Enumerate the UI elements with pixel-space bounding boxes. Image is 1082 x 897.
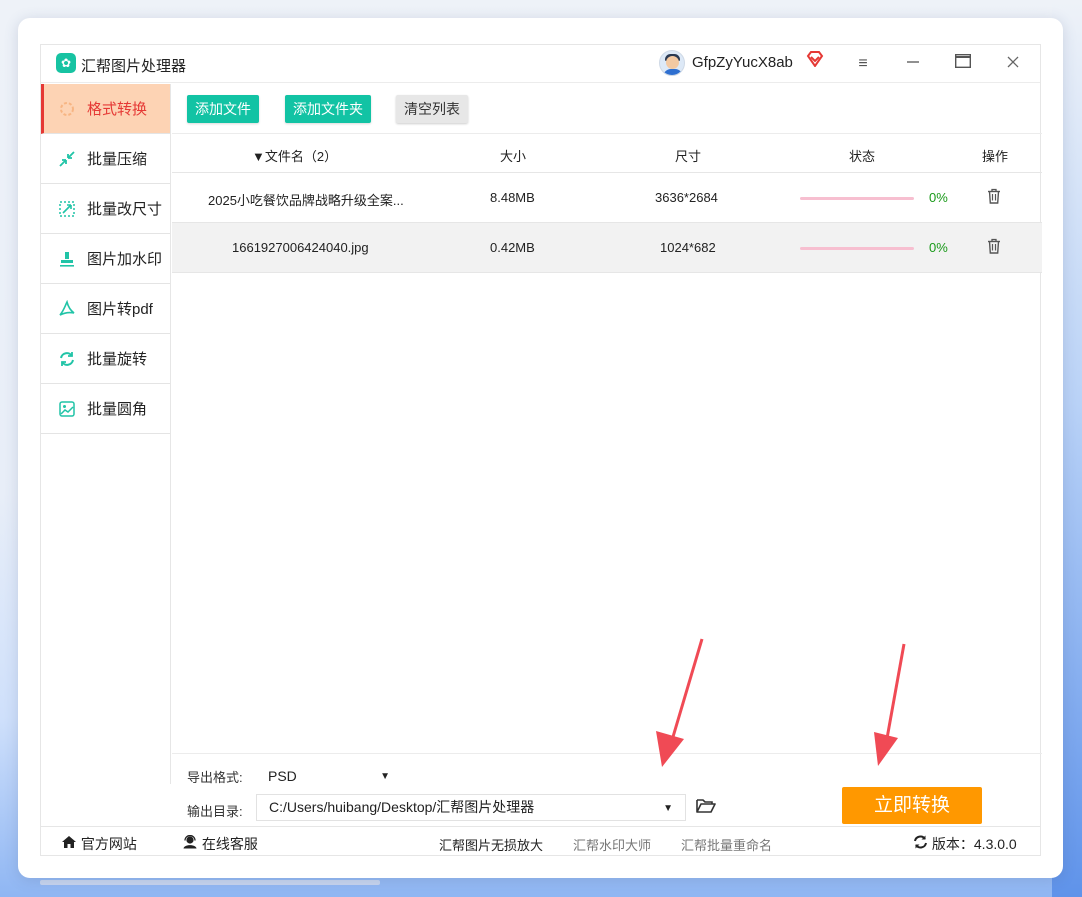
sidebar-item-label: 图片转pdf: [87, 301, 153, 318]
compress-icon: [57, 149, 77, 169]
username[interactable]: GfpZyYucX8ab: [692, 54, 793, 71]
sidebar-item-round-corner[interactable]: 批量圆角: [41, 384, 170, 434]
sidebar-item-format-convert[interactable]: 格式转换: [41, 84, 170, 134]
progress-bar: [800, 247, 914, 250]
output-dir-select[interactable]: C:/Users/huibang/Desktop/汇帮图片处理器 ▼: [256, 794, 686, 821]
table-header: ▼文件名（2） 大小 尺寸 状态 操作: [172, 133, 1042, 173]
file-name: 2025小吃餐饮品牌战略升级全案...: [208, 193, 404, 208]
progress-bar: [800, 197, 914, 200]
footer-link-upscale[interactable]: 汇帮图片无损放大: [439, 835, 543, 854]
format-convert-icon: [57, 99, 77, 119]
sidebar-item-watermark[interactable]: 图片加水印: [41, 234, 170, 284]
output-dir-value: C:/Users/huibang/Desktop/汇帮图片处理器: [269, 799, 535, 815]
watermark-icon: [57, 249, 77, 269]
column-header-status: 状态: [849, 149, 876, 164]
delete-icon[interactable]: [987, 188, 1001, 204]
title-bar: ✿ 汇帮图片处理器 GfpZyYucX8ab ≡: [41, 45, 1040, 83]
column-header-actions: 操作: [982, 149, 1009, 164]
chevron-down-icon: ▼: [663, 803, 673, 814]
desktop-background-strip: [40, 880, 380, 885]
file-size: 0.42MB: [490, 240, 535, 255]
convert-now-button[interactable]: 立即转换: [842, 787, 982, 824]
format-select-value: PSD: [268, 768, 297, 784]
version-info[interactable]: 版本：4.3.0.0: [913, 834, 1017, 854]
footer-link-rename[interactable]: 汇帮批量重命名: [681, 835, 772, 854]
footer: 官方网站 在线客服 汇帮图片无损放大 汇帮水印大师 汇帮批量重命名 版本：4.3…: [41, 826, 1040, 856]
progress-percent: 0%: [929, 240, 948, 255]
column-header-size: 大小: [500, 149, 527, 164]
sidebar-item-label: 格式转换: [87, 101, 148, 118]
column-header-dimensions: 尺寸: [675, 149, 702, 164]
official-website-link[interactable]: 官方网站: [61, 834, 137, 854]
delete-icon[interactable]: [987, 238, 1001, 254]
column-header-filename[interactable]: ▼文件名（2）: [252, 146, 337, 165]
app-title: 汇帮图片处理器: [81, 58, 187, 75]
format-label: 导出格式:: [187, 770, 243, 785]
app-logo-icon: ✿: [56, 53, 76, 73]
sidebar-item-label: 批量改尺寸: [87, 201, 163, 218]
sidebar-item-rotate[interactable]: 批量旋转: [41, 334, 170, 384]
menu-icon[interactable]: ≡: [850, 51, 876, 77]
sidebar-item-label: 图片加水印: [87, 251, 163, 268]
file-dimensions: 1024*682: [660, 240, 716, 255]
sidebar-item-to-pdf[interactable]: 图片转pdf: [41, 284, 170, 334]
add-file-button[interactable]: 添加文件: [187, 95, 259, 123]
sidebar-item-compress[interactable]: 批量压缩: [41, 134, 170, 184]
folder-open-icon[interactable]: [696, 798, 716, 819]
file-dimensions: 3636*2684: [655, 190, 718, 205]
file-table: ▼文件名（2） 大小 尺寸 状态 操作 2025小吃餐饮品牌战略升级全案... …: [172, 133, 1042, 273]
table-row[interactable]: 2025小吃餐饮品牌战略升级全案... 8.48MB 3636*2684 0%: [172, 173, 1042, 223]
minimize-button[interactable]: [900, 51, 926, 77]
support-agent-icon: [183, 834, 197, 849]
rotate-icon: [57, 349, 77, 369]
vip-diamond-icon[interactable]: [806, 51, 824, 72]
table-row[interactable]: 1661927006424040.jpg 0.42MB 1024*682 0%: [172, 223, 1042, 273]
format-select[interactable]: PSD ▼: [260, 764, 390, 788]
user-avatar[interactable]: [659, 50, 685, 76]
chevron-down-icon: ▼: [380, 771, 390, 782]
home-icon: [62, 836, 76, 848]
refresh-icon: [914, 835, 927, 849]
add-folder-button[interactable]: 添加文件夹: [285, 95, 371, 123]
sidebar: 格式转换 批量压缩 批量改尺寸 图片加水印 图片转pdf 批量旋转 批量圆角: [41, 84, 171, 784]
close-button[interactable]: [1000, 51, 1026, 77]
pdf-icon: [57, 299, 77, 319]
online-support-link[interactable]: 在线客服: [182, 834, 258, 854]
annotation-arrow-convert: [874, 643, 906, 766]
progress-percent: 0%: [929, 190, 948, 205]
round-corner-icon: [57, 399, 77, 419]
sidebar-item-label: 批量压缩: [87, 151, 148, 168]
annotation-arrow-output-dir: [656, 638, 704, 767]
output-dir-label: 输出目录:: [187, 804, 243, 819]
maximize-button[interactable]: [950, 51, 976, 77]
file-name: 1661927006424040.jpg: [232, 240, 369, 255]
sidebar-item-label: 批量旋转: [87, 351, 148, 368]
sidebar-item-resize[interactable]: 批量改尺寸: [41, 184, 170, 234]
footer-link-watermark[interactable]: 汇帮水印大师: [573, 835, 651, 854]
resize-icon: [57, 199, 77, 219]
file-size: 8.48MB: [490, 190, 535, 205]
clear-list-button[interactable]: 清空列表: [396, 95, 468, 123]
sidebar-item-label: 批量圆角: [87, 401, 148, 418]
